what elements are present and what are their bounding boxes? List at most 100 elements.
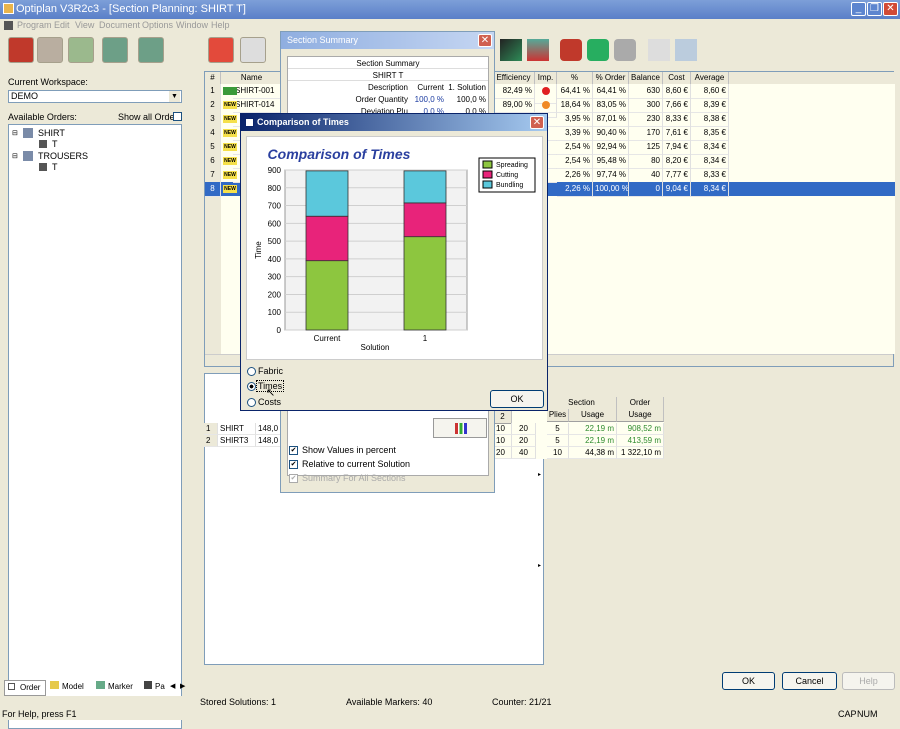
summary-col-description: Description <box>367 83 408 92</box>
comparison-title: Comparison of Times <box>241 114 547 131</box>
legend-label: Cutting <box>496 172 518 179</box>
grid-cell-pct: 18,64 % <box>557 98 593 113</box>
tree-item-shirt-t[interactable]: T <box>52 139 58 149</box>
summary-col-solution: 1. Solution <box>448 83 486 92</box>
bar-chart-icon[interactable] <box>527 39 549 61</box>
pattern-icon[interactable] <box>37 37 63 63</box>
close-icon[interactable]: ✕ <box>478 34 492 47</box>
radio-costs[interactable] <box>247 398 256 407</box>
splitter-arrow-icon[interactable]: ▸ <box>538 562 541 569</box>
new-badge: NEW <box>223 143 237 151</box>
menu-document[interactable]: Document <box>99 20 140 30</box>
grid-cell-avg: 8,34 € <box>691 154 729 169</box>
tab-order[interactable]: Order <box>4 680 46 696</box>
x-tick-label: 1 <box>423 334 428 343</box>
grid-cell-avg: 8,39 € <box>691 98 729 113</box>
grid-cell-order: 95,48 % <box>593 154 629 169</box>
menu-edit[interactable]: Edit <box>54 20 70 30</box>
chart-button[interactable] <box>433 418 487 438</box>
lower-row-value[interactable]: 148,0 <box>256 435 282 447</box>
grid-cell-n: 1 <box>205 84 221 99</box>
cell-a: 10 <box>494 435 512 447</box>
show-all-checkbox[interactable] <box>173 112 182 121</box>
grid-cell-avg: 8,60 € <box>691 84 729 99</box>
ok-button[interactable]: OK <box>722 672 775 690</box>
app-icon <box>3 3 14 14</box>
radio-fabric-label: Fabric <box>258 366 284 376</box>
relative-checkbox[interactable]: ✔ <box>289 460 298 469</box>
summary-subheading: SHIRT T <box>288 71 488 81</box>
splitter-arrow-icon[interactable]: ▸ <box>538 471 541 478</box>
workspace-select[interactable]: DEMO ▼ <box>8 90 182 103</box>
green-bin-icon[interactable] <box>587 39 609 61</box>
tree-item-shirt[interactable]: SHIRT <box>38 128 65 138</box>
grid-cell-n: 3 <box>205 112 221 127</box>
export-icon[interactable] <box>102 37 128 63</box>
restore-icon[interactable]: ❐ <box>867 2 882 16</box>
tree-item-trousers-t[interactable]: T <box>52 162 58 172</box>
tab-pa[interactable]: Pa <box>141 680 169 696</box>
summary-all-checkbox[interactable]: ✔ <box>289 474 298 483</box>
scissors-icon[interactable] <box>68 37 94 63</box>
minimize-icon[interactable]: _ <box>851 2 866 16</box>
preview-icon[interactable] <box>675 39 697 61</box>
import-icon[interactable] <box>138 37 164 63</box>
close-icon[interactable]: ✕ <box>530 116 544 129</box>
book-icon[interactable] <box>8 37 34 63</box>
workspace-label: Current Workspace: <box>8 77 88 87</box>
collapse-icon[interactable]: ⊟ <box>12 129 18 137</box>
menu-help[interactable]: Help <box>211 20 230 30</box>
cell-a: 10 <box>494 423 512 435</box>
close-icon[interactable]: ✕ <box>883 2 898 16</box>
menu-view[interactable]: View <box>75 20 94 30</box>
lower-row-value[interactable]: 148,0 <box>256 423 282 435</box>
grid-cell-cost: 8,33 € <box>663 112 691 127</box>
menu-program[interactable]: Program <box>17 20 52 30</box>
grid-cell-bal: 80 <box>629 154 663 169</box>
col-section-usage: Usage <box>569 409 617 422</box>
bar-cutting-0 <box>305 215 349 262</box>
help-button[interactable]: Help <box>842 672 895 690</box>
y-tick-label: 800 <box>268 184 282 193</box>
importance-dot-icon <box>542 87 550 95</box>
y-tick-label: 300 <box>268 273 282 282</box>
new-badge: NEW <box>223 129 237 137</box>
tab-marker[interactable]: Marker <box>93 680 139 696</box>
radio-times[interactable] <box>247 382 256 391</box>
grid-cell-avg: 8,34 € <box>691 140 729 155</box>
comparison-ok-button[interactable]: OK <box>490 390 544 408</box>
printer-icon[interactable] <box>648 39 670 61</box>
tab-scroll-right-icon[interactable]: ▶ <box>180 682 185 690</box>
menu-window[interactable]: Window <box>176 20 208 30</box>
summary-heading: Section Summary <box>288 59 488 69</box>
gray-bin-icon[interactable] <box>614 39 636 61</box>
cancel-button[interactable]: Cancel <box>782 672 837 690</box>
red-bin-icon[interactable] <box>560 39 582 61</box>
lower-row-name[interactable]: SHIRT3 <box>218 435 256 447</box>
usage-cell-order: 1 322,10 m <box>617 447 664 459</box>
menu-options[interactable]: Options <box>142 20 173 30</box>
collapse-icon[interactable]: ⊟ <box>12 152 18 160</box>
tab-scroll-left-icon[interactable]: ◀ <box>170 682 175 690</box>
tab-model[interactable]: Model <box>47 680 91 696</box>
radio-fabric[interactable] <box>247 367 256 376</box>
lower-row-name[interactable]: SHIRT <box>218 423 256 435</box>
grid-cell-pct: 2,26 % <box>557 182 593 197</box>
grid-cell-cost: 9,04 € <box>663 182 691 197</box>
lower-row-number: 2 <box>204 435 218 447</box>
show-percent-checkbox[interactable]: ✔ <box>289 446 298 455</box>
tree-item-trousers[interactable]: TROUSERS <box>38 151 88 161</box>
copy-icon[interactable] <box>240 37 266 63</box>
available-markers: Available Markers: 40 <box>346 697 433 707</box>
usage-cell-usage: 22,19 m <box>569 435 617 447</box>
save-icon[interactable] <box>208 37 234 63</box>
grid-cell-pct: 2,26 % <box>557 168 593 183</box>
sidebar-tabs: Order Model Marker Pa ◀ ▶ <box>4 680 190 696</box>
num-indicator: NUM <box>857 709 878 719</box>
status-bar: Stored Solutions: 1 Available Markers: 4… <box>0 696 900 720</box>
summary-row-current: 100,0 % <box>414 95 444 104</box>
wand-icon[interactable] <box>500 39 522 61</box>
grid-cell-n: 5 <box>205 140 221 155</box>
chevron-down-icon[interactable]: ▼ <box>169 91 180 102</box>
comparison-dialog: Comparison of Times ✕ Comparison of Time… <box>240 113 548 411</box>
